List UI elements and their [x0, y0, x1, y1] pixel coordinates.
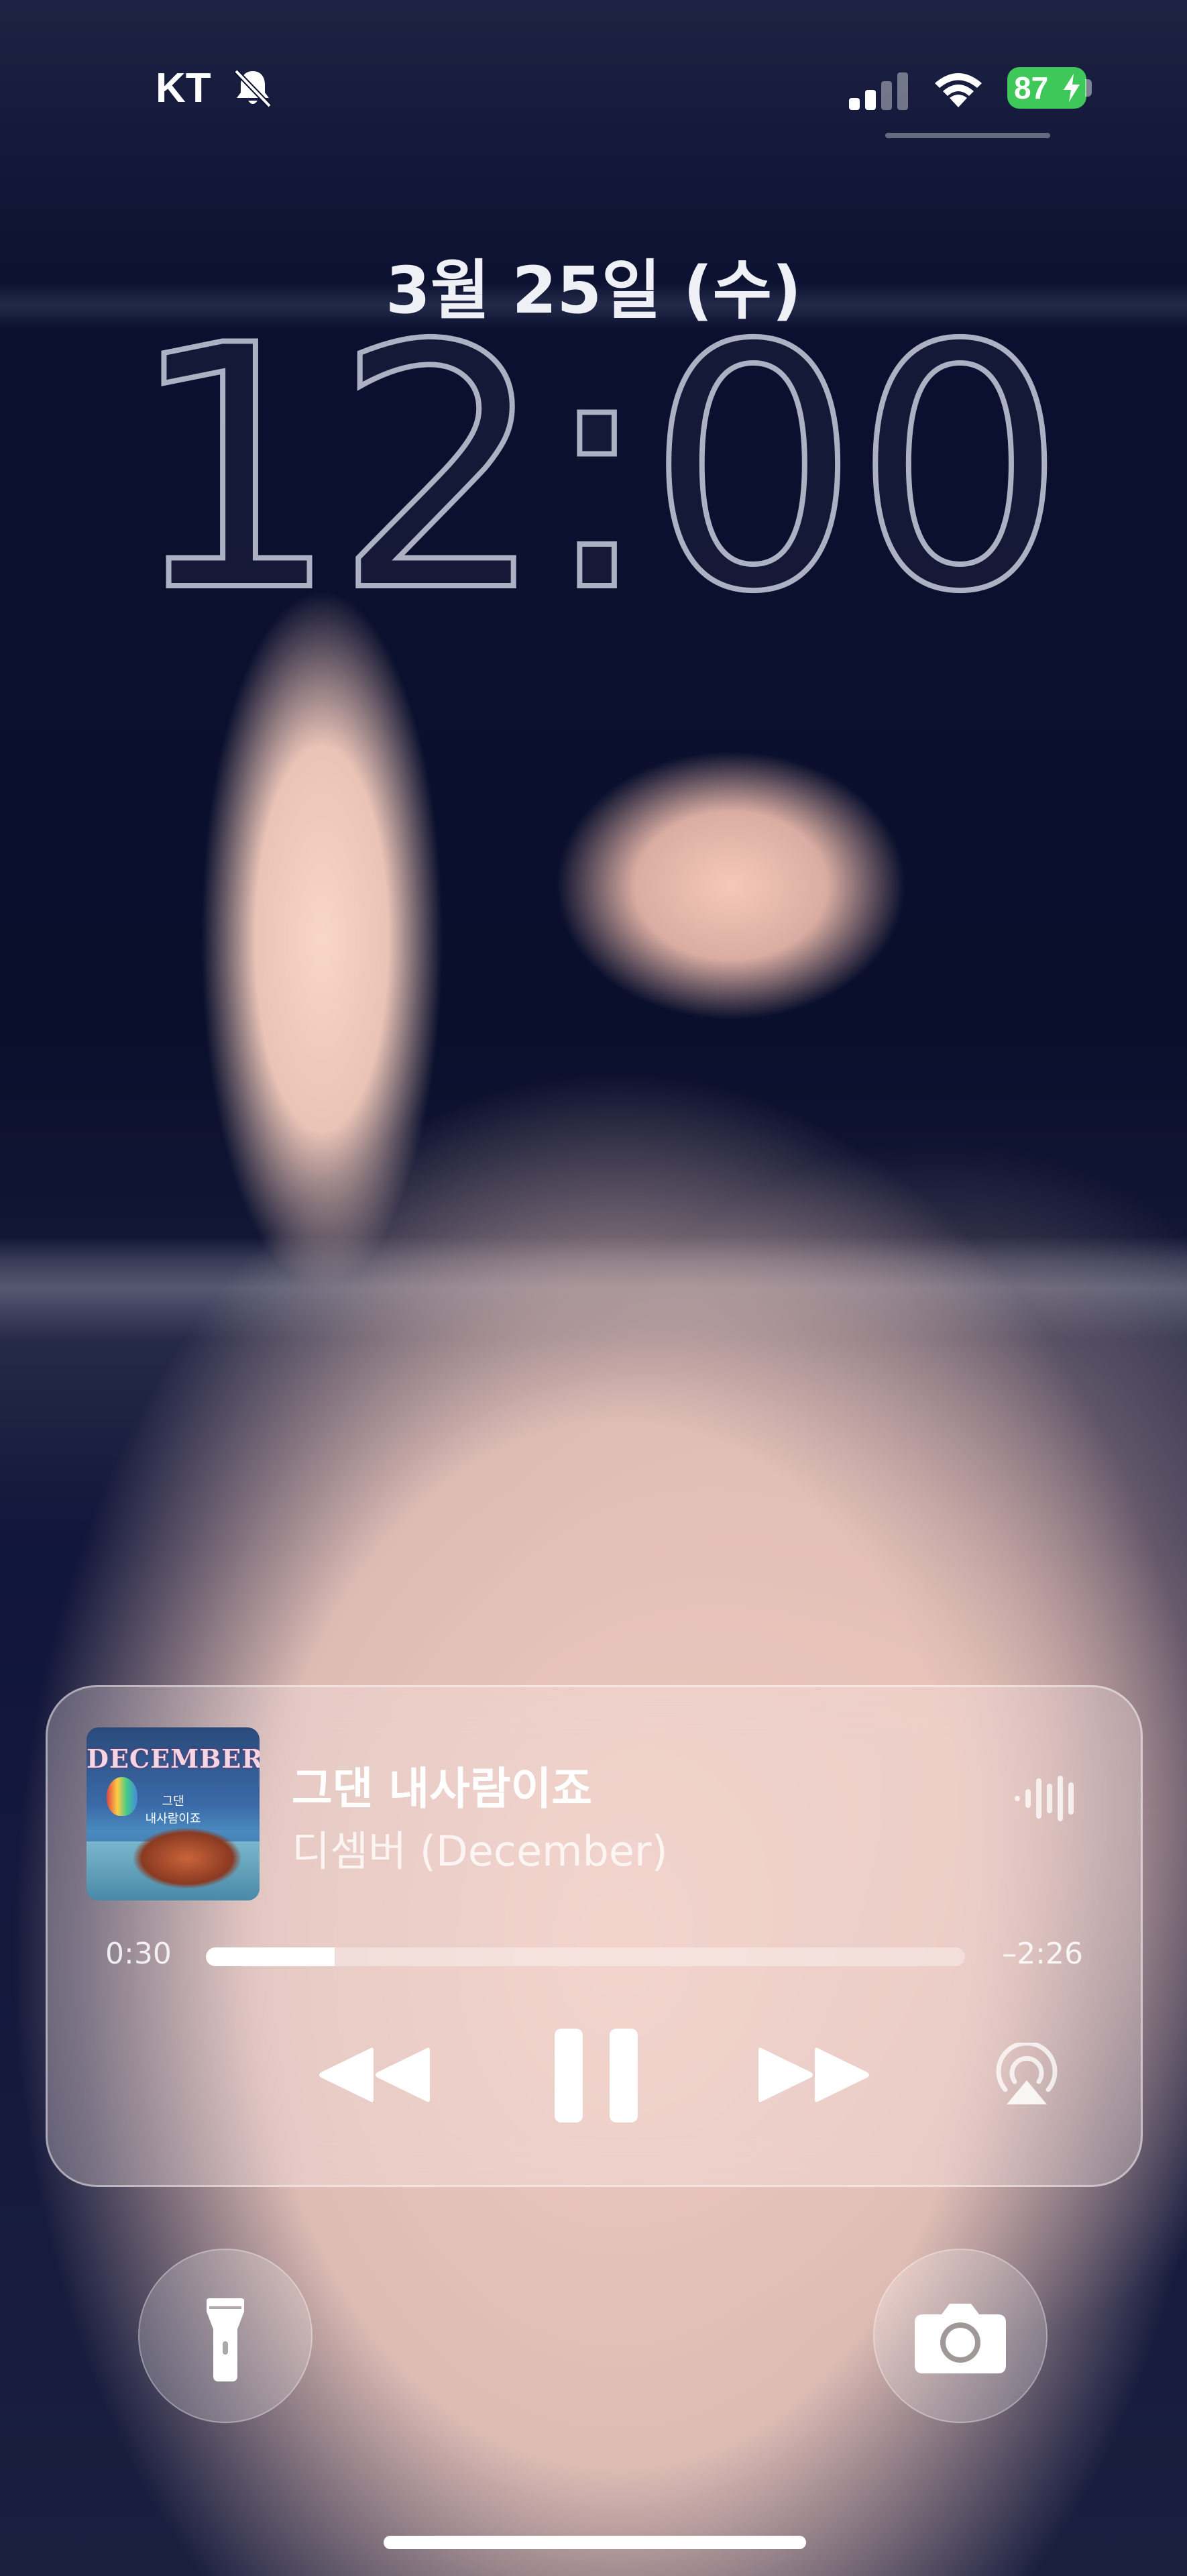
cellular-signal-icon	[849, 72, 908, 110]
flashlight-button[interactable]	[138, 2249, 313, 2423]
elapsed-time: 0:30	[105, 1937, 172, 1971]
battery-percent: 87	[1014, 70, 1049, 105]
album-art[interactable]: DECEMBER 그댄 내사람이죠	[87, 1727, 260, 1900]
status-bar: KT 87	[0, 0, 1187, 138]
camera-button[interactable]	[873, 2249, 1048, 2423]
home-indicator[interactable]	[384, 2536, 806, 2549]
remaining-time: –2:26	[1002, 1937, 1083, 1971]
bell-slash-icon	[234, 69, 272, 108]
charging-bolt-icon	[1064, 74, 1080, 102]
track-artist: 디셈버 (December)	[292, 1827, 668, 1876]
fast-forward-icon[interactable]	[757, 2043, 872, 2107]
lock-screen-clock: 12:00	[125, 274, 1070, 665]
album-art-subtitle-line2: 내사람이죠	[145, 1812, 201, 1826]
playback-progress-fill	[206, 1947, 335, 1966]
album-art-subtitle-line1: 그댄	[162, 1794, 184, 1809]
airplay-icon[interactable]	[993, 2043, 1060, 2107]
pause-icon[interactable]	[551, 2026, 642, 2125]
flashlight-icon	[207, 2298, 244, 2381]
camera-icon	[915, 2304, 1006, 2373]
control-center-grabber[interactable]	[885, 133, 1050, 138]
track-title: 그댄 내사람이죠	[292, 1763, 593, 1815]
audio-waveform-icon	[1015, 1776, 1074, 1821]
wifi-icon	[935, 73, 982, 107]
rewind-icon[interactable]	[316, 2043, 431, 2107]
carrier-label: KT	[156, 65, 211, 111]
album-art-island	[133, 1828, 241, 1888]
battery-indicator: 87	[1007, 67, 1086, 109]
battery-cap	[1085, 79, 1092, 97]
playback-scrubber[interactable]	[206, 1947, 965, 1966]
album-art-title: DECEMBER	[87, 1743, 260, 1774]
album-art-subtitle: 그댄 내사람이죠	[87, 1793, 260, 1828]
now-playing-widget[interactable]: DECEMBER 그댄 내사람이죠 그댄 내사람이죠 디셈버 (December…	[46, 1685, 1143, 2187]
